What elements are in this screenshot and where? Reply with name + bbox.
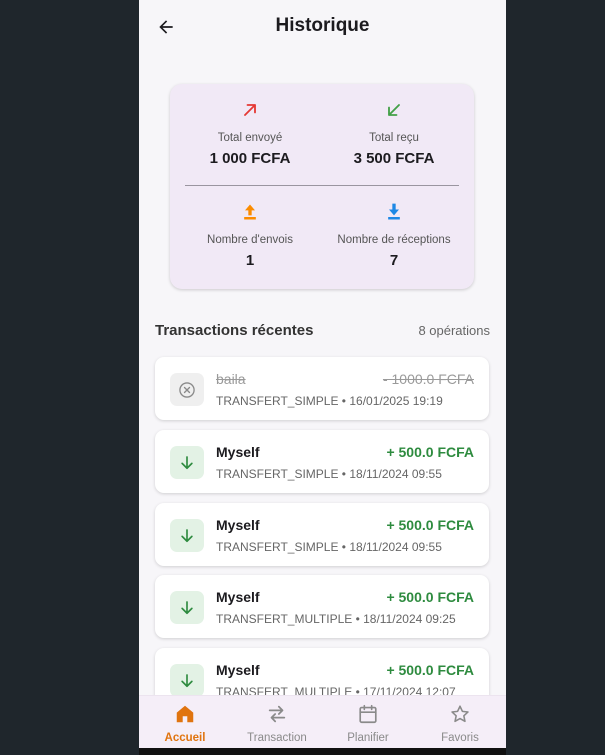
arrow-up-right-icon xyxy=(244,104,256,116)
transaction-name: Myself xyxy=(216,517,260,533)
recent-transactions-title: Transactions récentes xyxy=(155,322,314,339)
operations-count: 8 opérations xyxy=(418,323,490,338)
nav-item-accueil[interactable]: Accueil xyxy=(139,702,231,744)
nav-item-favoris[interactable]: Favoris xyxy=(414,702,506,744)
transaction-meta: TRANSFERT_SIMPLE • 18/11/2024 09:55 xyxy=(216,540,442,554)
transaction-amount: - 1000.0 FCFA xyxy=(382,371,474,387)
transaction-amount: + 500.0 FCFA xyxy=(386,444,474,460)
nav-item-planifier[interactable]: Planifier xyxy=(322,702,414,744)
transaction-meta: TRANSFERT_SIMPLE • 16/01/2025 19:19 xyxy=(216,394,443,408)
arrow-down-icon xyxy=(181,455,193,469)
bottom-navigation: Accueil Transaction Planifier Favoris xyxy=(139,695,506,749)
app-bar: Historique xyxy=(139,0,506,56)
swap-icon xyxy=(268,705,286,723)
receptions-count-label: Nombre de réceptions xyxy=(337,234,451,246)
arrow-down-icon xyxy=(181,528,193,542)
download-icon xyxy=(388,203,400,220)
system-bottom-bar xyxy=(139,748,506,755)
arrow-down-left-icon xyxy=(388,104,400,116)
transaction-amount: + 500.0 FCFA xyxy=(386,589,474,605)
transaction-item[interactable]: baila - 1000.0 FCFA TRANSFERT_SIMPLE • 1… xyxy=(155,357,489,420)
transaction-name: baila xyxy=(216,371,246,387)
transaction-amount: + 500.0 FCFA xyxy=(386,662,474,678)
transaction-meta: TRANSFERT_SIMPLE • 18/11/2024 09:55 xyxy=(216,467,442,481)
transaction-icon xyxy=(170,446,204,479)
nav-label: Favoris xyxy=(441,732,479,744)
summary-card: Total envoyé 1 000 FCFA Total reçu 3 500… xyxy=(170,84,474,289)
sends-count-value: 1 xyxy=(245,252,255,269)
transaction-icon xyxy=(170,373,204,406)
transaction-name: Myself xyxy=(216,444,260,460)
total-received-stat: Total reçu 3 500 FCFA xyxy=(318,98,470,167)
nav-label: Accueil xyxy=(164,732,206,744)
transaction-item[interactable]: Myself + 500.0 FCFA TRANSFERT_MULTIPLE •… xyxy=(155,575,489,638)
total-sent-value: 1 000 FCFA xyxy=(209,150,291,167)
calendar-icon xyxy=(359,704,377,724)
phone-screen: Historique Total envoyé 1 000 FCFA Total… xyxy=(139,0,506,755)
arrow-down-icon xyxy=(181,673,193,687)
nav-item-transaction[interactable]: Transaction xyxy=(231,702,323,744)
transaction-icon xyxy=(170,664,204,697)
total-sent-stat: Total envoyé 1 000 FCFA xyxy=(174,98,326,167)
sends-count-label: Nombre d'envois xyxy=(207,234,293,246)
nav-label: Transaction xyxy=(247,732,307,744)
star-icon xyxy=(451,705,469,723)
home-icon xyxy=(176,705,194,723)
nav-label: Planifier xyxy=(347,732,389,744)
sends-count-stat: Nombre d'envois 1 xyxy=(174,200,326,269)
total-received-value: 3 500 FCFA xyxy=(353,150,435,167)
receptions-count-value: 7 xyxy=(389,252,399,269)
transaction-icon xyxy=(170,519,204,552)
total-received-label: Total reçu xyxy=(369,132,419,144)
transaction-icon xyxy=(170,591,204,624)
summary-divider xyxy=(185,185,459,186)
transaction-item[interactable]: Myself + 500.0 FCFA TRANSFERT_SIMPLE • 1… xyxy=(155,503,489,566)
transaction-item[interactable]: Myself + 500.0 FCFA TRANSFERT_SIMPLE • 1… xyxy=(155,430,489,493)
page-title: Historique xyxy=(275,15,370,36)
upload-icon xyxy=(244,204,256,220)
arrow-down-icon xyxy=(181,600,193,614)
transaction-name: Myself xyxy=(216,662,260,678)
transaction-amount: + 500.0 FCFA xyxy=(386,517,474,533)
receptions-count-stat: Nombre de réceptions 7 xyxy=(318,200,470,269)
transaction-meta: TRANSFERT_MULTIPLE • 18/11/2024 09:25 xyxy=(216,612,456,626)
transaction-name: Myself xyxy=(216,589,260,605)
cancel-circle-icon xyxy=(179,381,195,398)
total-sent-label: Total envoyé xyxy=(217,132,283,144)
